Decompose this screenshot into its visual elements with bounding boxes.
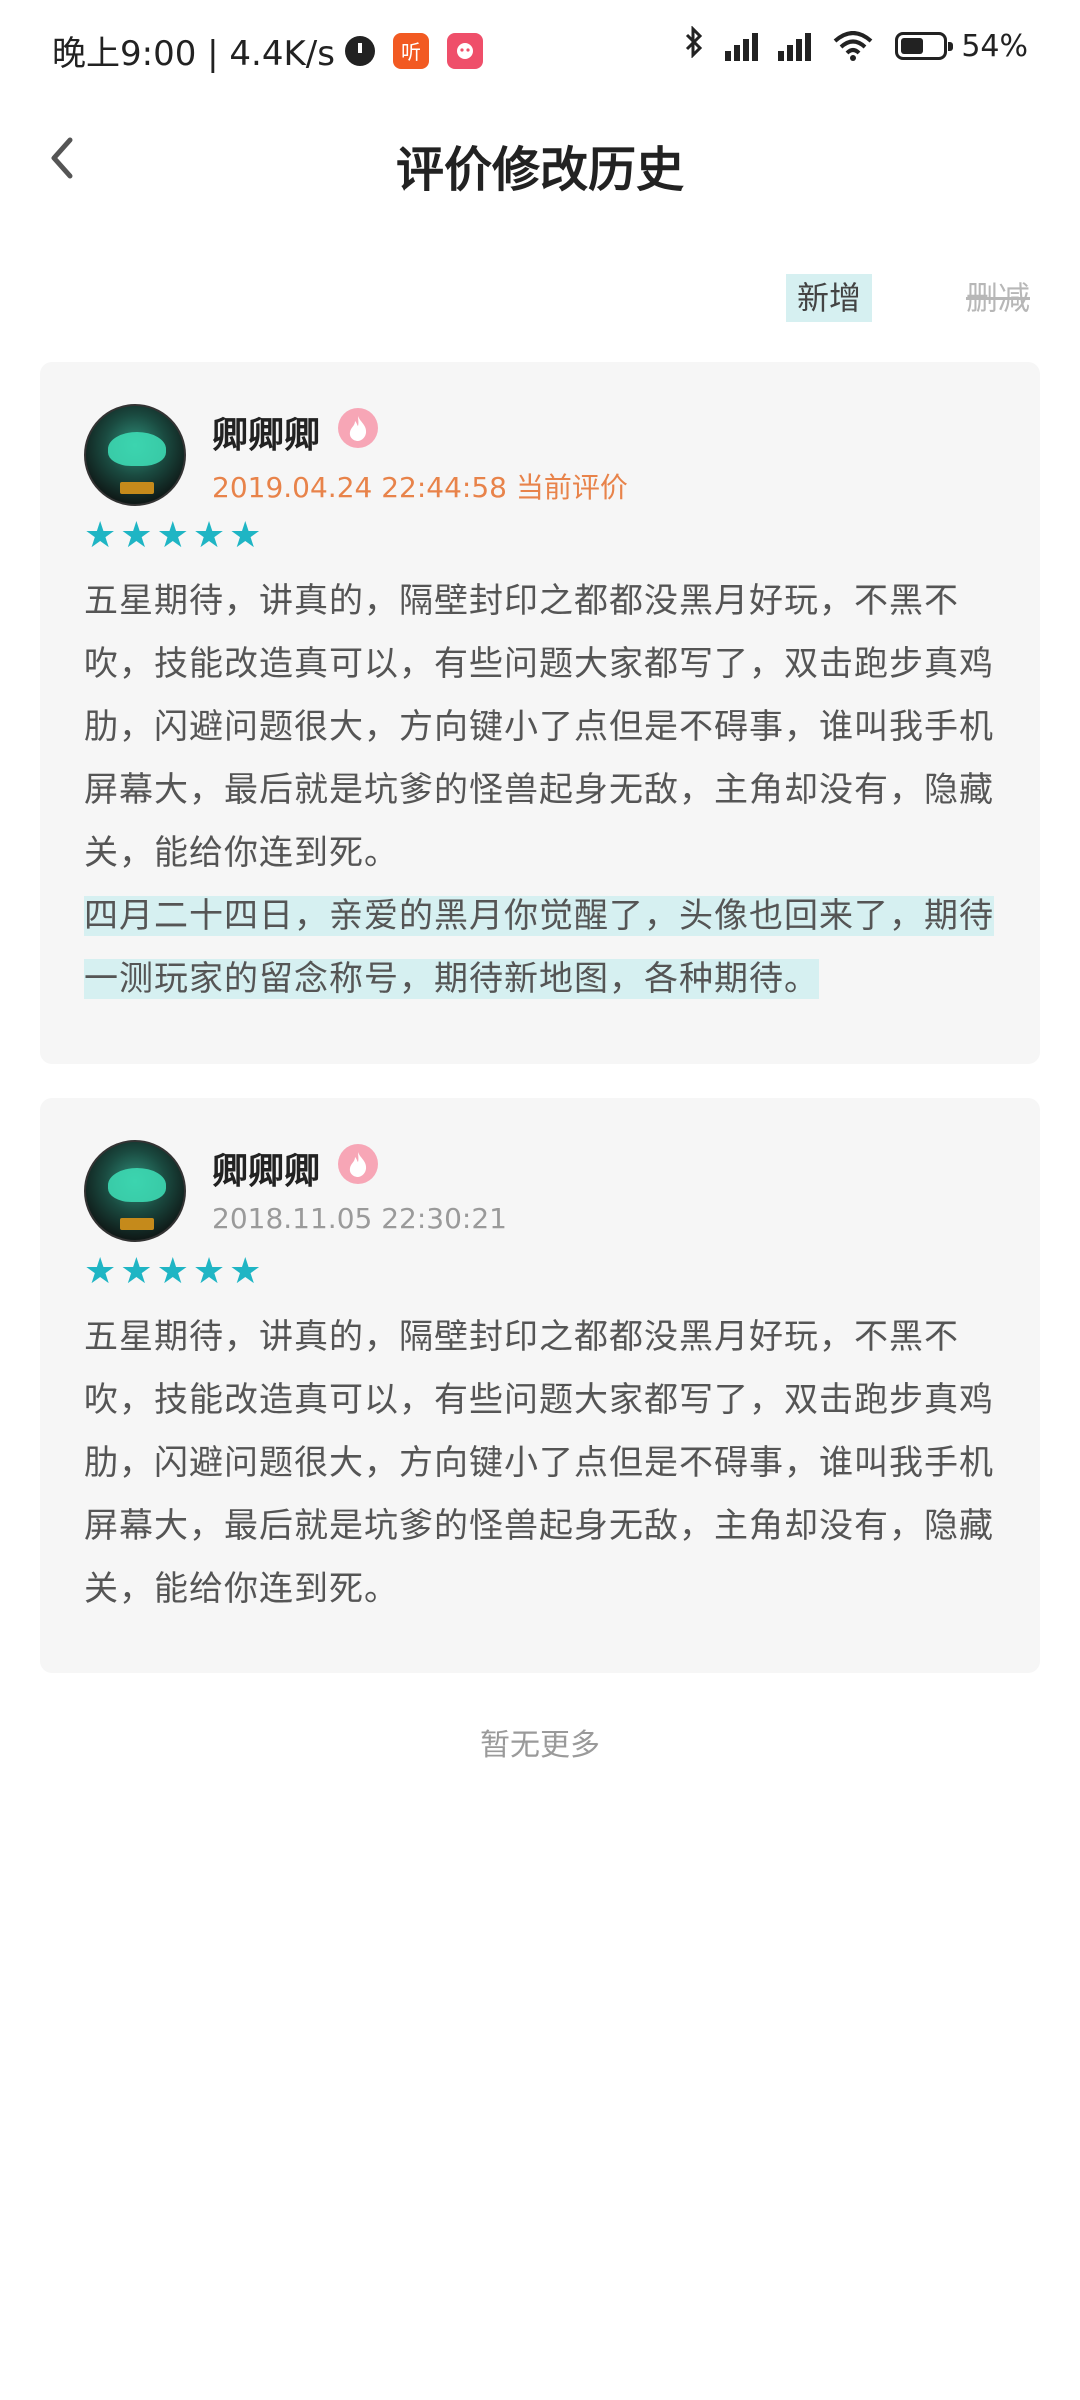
listen-app-icon: 听 (392, 32, 429, 69)
star-icon: ★ (192, 515, 226, 556)
review-card: 卿卿卿 2018.11.05 22:30:21 ★ ★ ★ ★ ★ 五星期待，讲… (40, 1098, 1040, 1673)
face-glyph-icon (456, 42, 473, 59)
legend-removed: 删减 (965, 279, 1030, 317)
alarm-icon (344, 35, 375, 66)
star-icon: ★ (156, 515, 189, 556)
avatar-emblem (108, 432, 166, 466)
no-more-text: 暂无更多 (480, 1728, 600, 1763)
review-timestamp: 2019.04.24 22:44:58 当前评价 (212, 471, 628, 504)
star-icon: ★ (192, 1251, 226, 1292)
avatar-emblem (108, 1168, 166, 1202)
status-time-speed: 晚上9:00 | 4.4K/s (52, 34, 335, 74)
avatar-plate (120, 482, 154, 494)
status-right: 54% (683, 25, 1028, 66)
signal-icon (725, 31, 759, 61)
review-body: 五星期待，讲真的，隔壁封印之都都没黑月好玩，不黑不吹，技能改造真可以，有些问题大… (84, 581, 994, 873)
star-icon: ★ (120, 1251, 153, 1292)
review-timestamp: 2018.11.05 22:30:21 (212, 1202, 507, 1235)
legend-added: 新增 (786, 274, 872, 322)
battery-percent: 54% (961, 28, 1028, 64)
star-icon: ★ (120, 515, 153, 556)
review-body: 五星期待，讲真的，隔壁封印之都都没黑月好玩，不黑不吹，技能改造真可以，有些问题大… (84, 1317, 994, 1609)
star-icon: ★ (229, 515, 262, 556)
signal-icon (778, 31, 812, 61)
user-name[interactable]: 卿卿卿 (212, 1142, 320, 1194)
star-rating: ★ ★ ★ ★ ★ (84, 1254, 261, 1290)
status-bar: 晚上9:00 | 4.4K/s 听 54% (0, 0, 1080, 100)
review-card: 卿卿卿 2019.04.24 22:44:58 当前评价 ★ ★ ★ ★ ★ 五… (40, 362, 1040, 1064)
bluetooth-icon (683, 25, 705, 66)
review-text: 五星期待，讲真的，隔壁封印之都都没黑月好玩，不黑不吹，技能改造真可以，有些问题大… (84, 1306, 1004, 1621)
listen-app-icon-label: 听 (400, 40, 421, 64)
flame-badge-icon (338, 1144, 378, 1184)
wifi-icon (833, 31, 873, 61)
flame-badge-icon (338, 408, 378, 448)
header: 评价修改历史 (0, 110, 1080, 210)
star-icon: ★ (156, 1251, 189, 1292)
avatar-plate (120, 1218, 154, 1230)
game-app-icon (446, 32, 483, 69)
star-icon: ★ (229, 1251, 262, 1292)
review-added-text: 四月二十四日，亲爱的黑月你觉醒了，头像也回来了，期待一测玩家的留念称号，期待新地… (84, 896, 994, 999)
status-left: 晚上9:00 | 4.4K/s 听 (52, 26, 483, 75)
battery-icon (895, 32, 954, 60)
star-icon: ★ (84, 515, 117, 556)
avatar[interactable] (84, 404, 186, 506)
star-rating: ★ ★ ★ ★ ★ (84, 518, 261, 554)
review-text: 五星期待，讲真的，隔壁封印之都都没黑月好玩，不黑不吹，技能改造真可以，有些问题大… (84, 570, 1004, 1011)
page-title: 评价修改历史 (395, 142, 684, 198)
user-name[interactable]: 卿卿卿 (212, 406, 320, 458)
star-icon: ★ (84, 1251, 117, 1292)
avatar[interactable] (84, 1140, 186, 1242)
